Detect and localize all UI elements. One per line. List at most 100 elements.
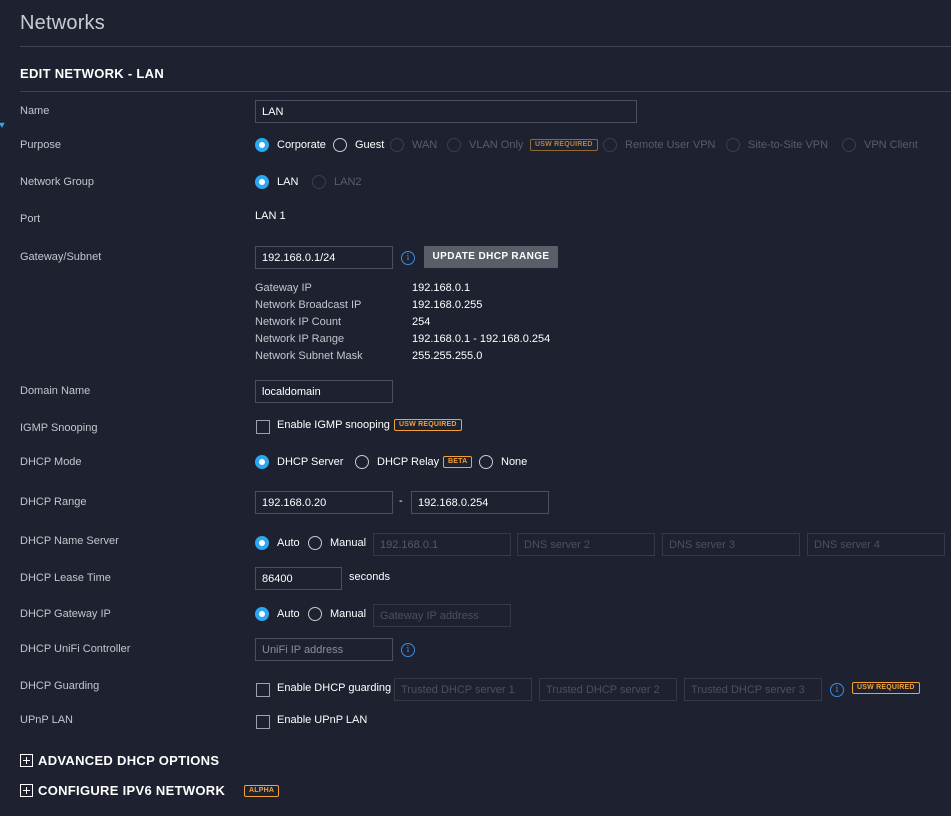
info-icon[interactable]: i [401, 251, 415, 265]
dhcp-range-start-input[interactable] [255, 491, 393, 514]
dhcp-server-label: DHCP Server [277, 456, 344, 468]
purpose-corporate-label: Corporate [277, 139, 326, 151]
advanced-dhcp-options-label: ADVANCED DHCP OPTIONS [38, 753, 220, 768]
dhcp-guarding-checkbox[interactable] [256, 683, 270, 697]
dhcp-mode-label: DHCP Mode [20, 456, 82, 468]
gateway-ip-value: 192.168.0.1 [412, 282, 471, 294]
purpose-vpn-client-radio [842, 138, 856, 152]
trusted-dhcp-server-1-input[interactable] [394, 678, 532, 701]
network-group-lan2-label: LAN2 [334, 176, 362, 188]
dns-server-1-input[interactable] [373, 533, 511, 556]
igmp-checkbox[interactable] [256, 420, 270, 434]
lease-time-input[interactable] [255, 567, 342, 590]
network-group-lan-label: LAN [277, 176, 299, 188]
name-server-auto-radio[interactable] [255, 536, 269, 550]
dhcp-gateway-auto-radio[interactable] [255, 607, 269, 621]
purpose-site-vpn-radio [726, 138, 740, 152]
configure-ipv6-toggle[interactable]: CONFIGURE IPV6 NETWORK [20, 783, 240, 800]
purpose-vlan-only-radio [447, 138, 461, 152]
collapse-marker-icon [0, 120, 7, 128]
usw-required-badge: USW REQUIRED [530, 139, 598, 151]
purpose-vpn-client-label: VPN Client [864, 139, 918, 151]
lease-time-unit: seconds [349, 571, 390, 583]
name-server-manual-radio[interactable] [308, 536, 322, 550]
dhcp-range-end-input[interactable] [411, 491, 549, 514]
broadcast-ip-value: 192.168.0.255 [412, 299, 483, 311]
name-server-auto-label: Auto [277, 537, 300, 549]
trusted-dhcp-server-2-input[interactable] [539, 678, 677, 701]
purpose-guest-radio[interactable] [333, 138, 347, 152]
dns-server-3-input[interactable] [662, 533, 800, 556]
dhcp-gateway-auto-label: Auto [277, 608, 300, 620]
purpose-guest-label: Guest [355, 139, 385, 151]
dhcp-gateway-manual-label: Manual [330, 608, 367, 620]
dhcp-relay-radio[interactable] [355, 455, 369, 469]
dhcp-none-label: None [501, 456, 528, 468]
dhcp-guarding-label: DHCP Guarding [20, 680, 100, 692]
subnet-mask-value: 255.255.255.0 [412, 350, 483, 362]
divider [20, 46, 951, 47]
gateway-label: Gateway/Subnet [20, 251, 102, 263]
network-group-lan-radio[interactable] [255, 175, 269, 189]
name-label: Name [20, 105, 50, 117]
upnp-label: UPnP LAN [20, 714, 73, 726]
purpose-site-vpn-label: Site-to-Site VPN [748, 139, 829, 151]
purpose-wan-radio [390, 138, 404, 152]
purpose-remote-vpn-radio [603, 138, 617, 152]
ip-range-value: 192.168.0.1 - 192.168.0.254 [412, 333, 551, 345]
port-label: Port [20, 213, 41, 225]
ip-range-key: Network IP Range [255, 333, 345, 345]
purpose-remote-vpn-label: Remote User VPN [625, 139, 716, 151]
range-separator: - [399, 495, 403, 507]
gateway-ip-address-input[interactable] [373, 604, 511, 627]
igmp-label: IGMP Snooping [20, 422, 98, 434]
igmp-checkbox-label: Enable IGMP snooping [277, 419, 390, 431]
divider [20, 91, 951, 92]
purpose-vlan-only-label: VLAN Only [469, 139, 524, 151]
dns-server-4-input[interactable] [807, 533, 945, 556]
name-server-manual-label: Manual [330, 537, 367, 549]
usw-required-badge: USW REQUIRED [394, 419, 462, 431]
upnp-checkbox-label: Enable UPnP LAN [277, 714, 368, 726]
purpose-corporate-radio[interactable] [255, 138, 269, 152]
dhcp-name-server-label: DHCP Name Server [20, 535, 119, 547]
expand-icon [20, 754, 33, 767]
ip-count-key: Network IP Count [255, 316, 342, 328]
dns-server-2-input[interactable] [517, 533, 655, 556]
network-group-lan2-radio [312, 175, 326, 189]
dhcp-server-radio[interactable] [255, 455, 269, 469]
lease-time-label: DHCP Lease Time [20, 572, 111, 584]
trusted-dhcp-server-3-input[interactable] [684, 678, 822, 701]
purpose-wan-label: WAN [412, 139, 438, 151]
domain-name-label: Domain Name [20, 385, 91, 397]
domain-name-input[interactable] [255, 380, 393, 403]
upnp-checkbox[interactable] [256, 715, 270, 729]
dhcp-gateway-manual-radio[interactable] [308, 607, 322, 621]
purpose-label: Purpose [20, 139, 61, 151]
broadcast-ip-key: Network Broadcast IP [255, 299, 362, 311]
network-group-label: Network Group [20, 176, 94, 188]
advanced-dhcp-options-toggle[interactable]: ADVANCED DHCP OPTIONS [20, 753, 240, 770]
beta-badge: BETA [443, 456, 473, 468]
dhcp-guarding-checkbox-label: Enable DHCP guarding [277, 682, 392, 694]
expand-icon [20, 784, 33, 797]
section-title: EDIT NETWORK - LAN [20, 66, 165, 81]
alpha-badge: ALPHA [244, 785, 280, 797]
name-input[interactable] [255, 100, 637, 123]
dhcp-range-label: DHCP Range [20, 496, 87, 508]
subnet-mask-key: Network Subnet Mask [255, 350, 363, 362]
page-title: Networks [20, 12, 105, 34]
gateway-subnet-input[interactable] [255, 246, 393, 269]
ip-count-value: 254 [412, 316, 431, 328]
usw-required-badge: USW REQUIRED [852, 682, 920, 694]
unifi-ip-input[interactable] [255, 638, 393, 661]
dhcp-none-radio[interactable] [479, 455, 493, 469]
dhcp-gateway-label: DHCP Gateway IP [20, 608, 111, 620]
gateway-ip-key: Gateway IP [255, 282, 312, 294]
port-value: LAN 1 [255, 210, 286, 222]
info-icon[interactable]: i [830, 683, 844, 697]
update-dhcp-range-button[interactable]: UPDATE DHCP RANGE [424, 246, 558, 268]
unifi-controller-label: DHCP UniFi Controller [20, 643, 131, 655]
info-icon[interactable]: i [401, 643, 415, 657]
dhcp-relay-label: DHCP Relay [377, 456, 440, 468]
